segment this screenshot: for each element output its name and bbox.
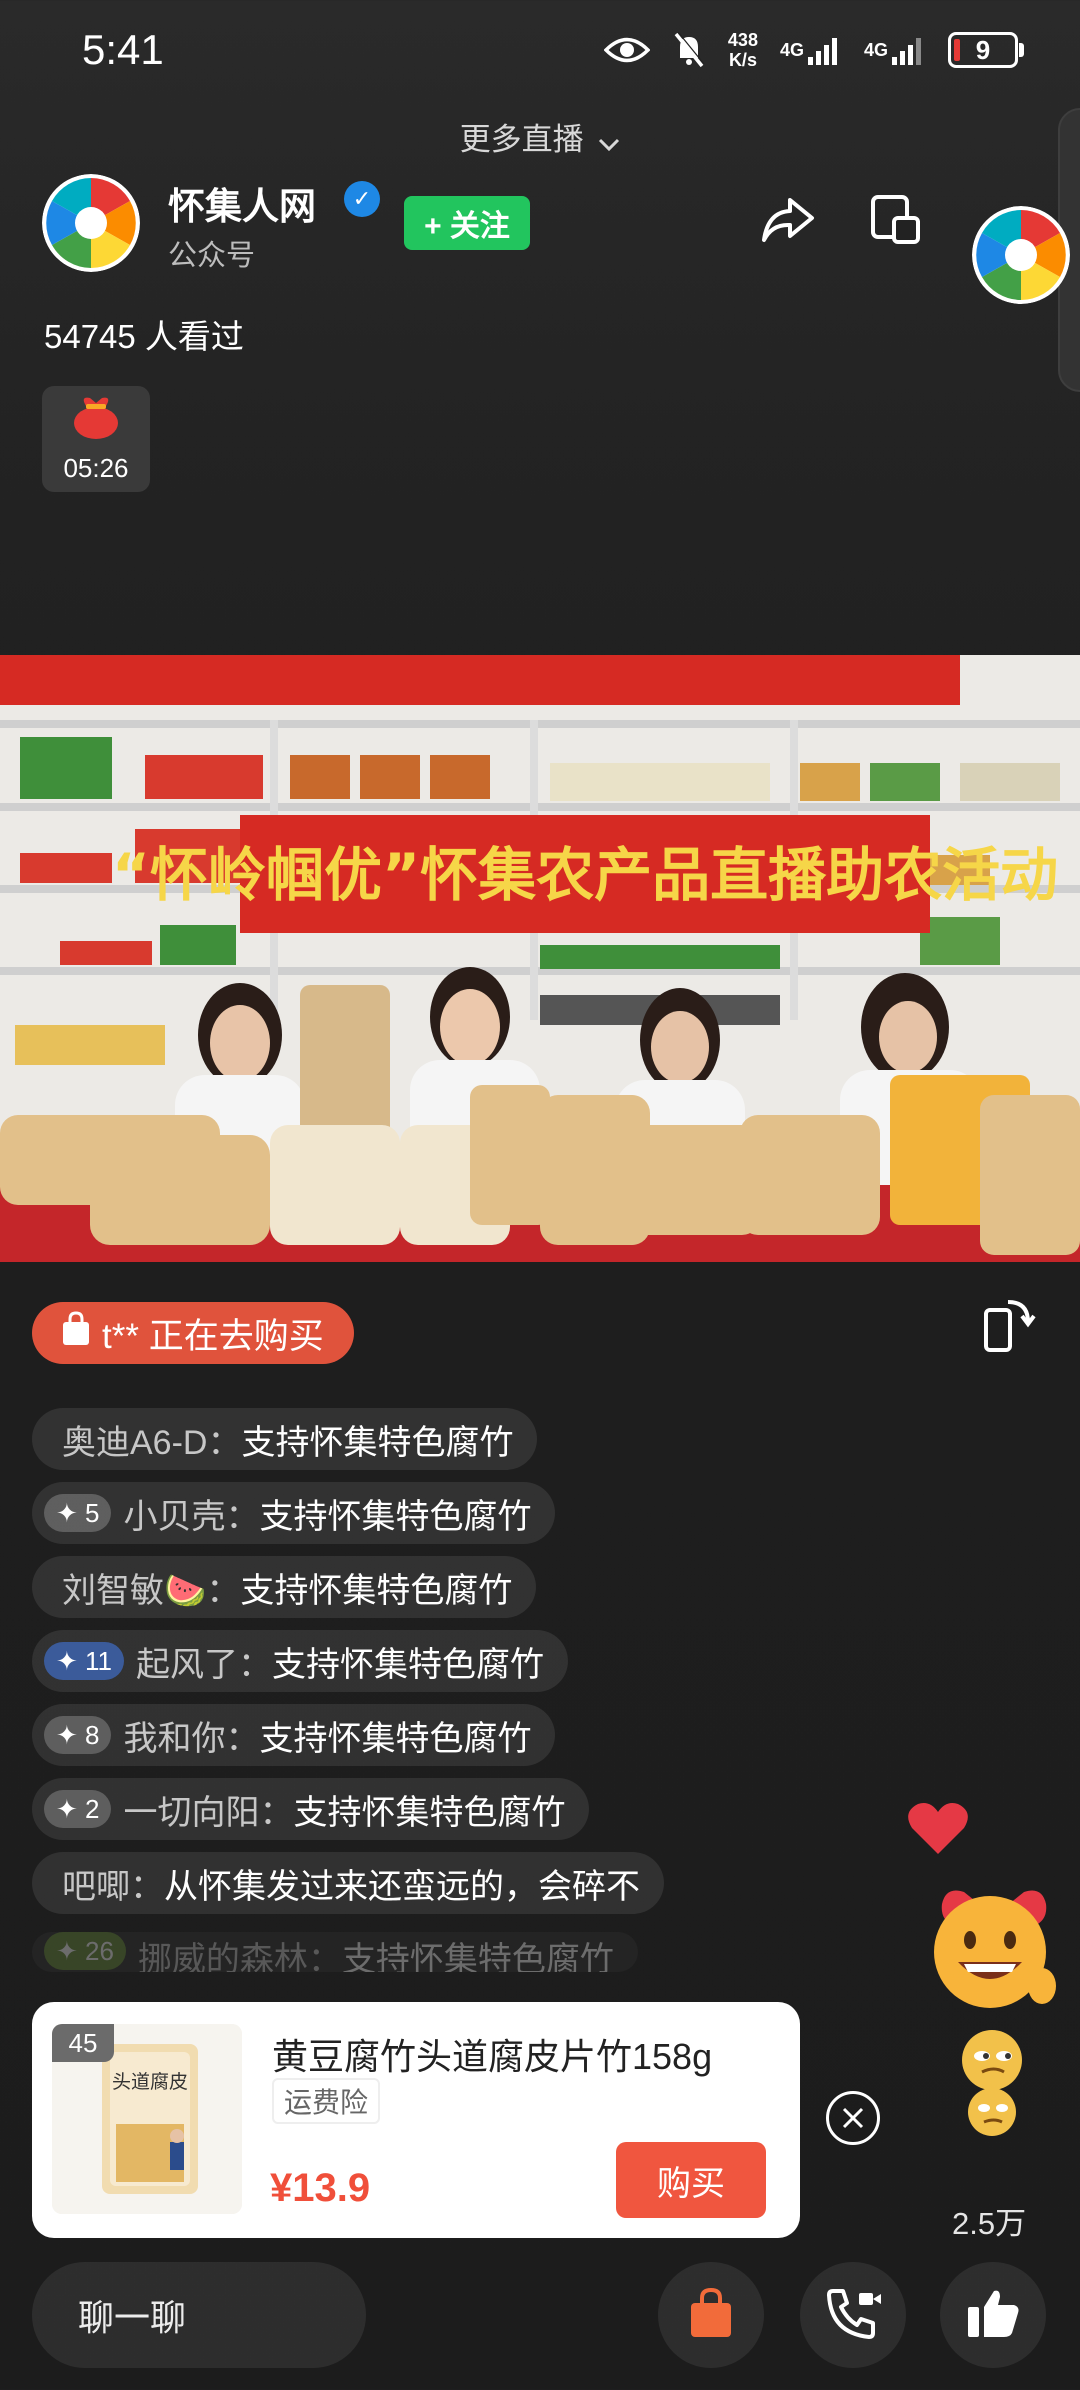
rotate-screen-icon[interactable] <box>980 1296 1036 1361</box>
shopping-bag-icon <box>60 1310 92 1356</box>
more-live-label: 更多直播 <box>459 122 584 157</box>
comment-text: 支持怀集特色腐竹 <box>241 1423 514 1462</box>
heart-icon <box>906 1800 970 1861</box>
fan-level-badge: ✦ 11 <box>44 1642 125 1680</box>
chevron-down-icon <box>598 124 620 160</box>
red-packet-countdown: 05:26 <box>63 453 129 483</box>
float-window-icon[interactable] <box>870 194 922 251</box>
emoji-face-icon <box>924 1886 1060 2017</box>
comment-user[interactable]: 我和你： <box>123 1711 259 1760</box>
signal-icon: 4G <box>780 35 842 65</box>
fan-level-badge: ✦ 8 <box>44 1716 112 1754</box>
share-icon[interactable] <box>760 194 816 251</box>
fan-level-badge: ✦ 26 <box>44 1932 126 1970</box>
comment-text: 支持怀集特色腐竹 <box>272 1645 545 1684</box>
fan-level-badge: ✦ 5 <box>44 1494 112 1532</box>
buyer-notice-text: t** 正在去购买 <box>102 1316 324 1356</box>
comment-item[interactable]: ✦ 8 我和你： 支持怀集特色腐竹 <box>32 1704 556 1766</box>
viewer-count: 54745 人看过 <box>44 318 244 355</box>
chat-input[interactable]: 聊一聊 <box>32 2262 366 2368</box>
buyer-notice: t** 正在去购买 <box>32 1302 354 1364</box>
comment-item[interactable]: 吧唧： 从怀集发过来还蛮远的，会碎不 <box>32 1852 664 1914</box>
mute-bell-icon <box>672 32 706 68</box>
product-title[interactable]: 黄豆腐竹头道腐皮片竹158g <box>272 2028 712 2080</box>
comment-text: 支持怀集特色腐竹 <box>341 1941 614 1972</box>
like-button[interactable] <box>940 2262 1046 2368</box>
product-index-badge: 45 <box>52 2024 114 2062</box>
more-live-dropdown[interactable]: 更多直播 <box>0 114 1080 160</box>
product-package-text: 头道腐皮 <box>112 2071 188 2093</box>
product-card[interactable]: 头道腐皮 45 黄豆腐竹头道腐皮片竹158g 运费险 ¥13.9 购买 <box>32 2002 800 2238</box>
comment-item[interactable]: 刘智敏🍉： 支持怀集特色腐竹 <box>32 1556 537 1618</box>
call-link-button[interactable] <box>800 2262 906 2368</box>
status-time: 5:41 <box>82 26 164 73</box>
net-speed: 438 K/s <box>727 30 758 70</box>
channel-type: 公众号 <box>168 240 256 272</box>
comment-item[interactable]: ✦ 5 小贝壳： 支持怀集特色腐竹 <box>32 1482 556 1544</box>
battery-icon: 9 <box>948 32 1024 68</box>
comment-item[interactable]: ✦ 11 起风了： 支持怀集特色腐竹 <box>32 1630 569 1692</box>
comment-user[interactable]: 挪威的森林： <box>138 1932 342 1972</box>
red-packet-button[interactable]: 05:26 <box>42 386 150 492</box>
eye-icon <box>603 35 650 65</box>
buy-button[interactable]: 购买 <box>616 2142 766 2218</box>
phone-icon <box>825 2287 881 2344</box>
comment-text: 支持怀集特色腐竹 <box>240 1571 513 1610</box>
comment-item[interactable]: ✦ 26 挪威的森林： 支持怀集特色腐竹 <box>32 1932 638 1972</box>
emoji-smirk-icon <box>952 2028 1032 2143</box>
comment-user[interactable]: 起风了： <box>136 1637 272 1686</box>
comment-user[interactable]: 一切向阳： <box>123 1785 293 1834</box>
comment-user[interactable]: 小贝壳： <box>123 1489 259 1538</box>
fan-level-badge: ✦ 2 <box>44 1790 112 1828</box>
channel-name[interactable]: 怀集人网 <box>168 176 316 230</box>
comment-text: 支持怀集特色腐竹 <box>293 1793 566 1832</box>
follow-button[interactable]: + 关注 <box>404 196 530 250</box>
product-price: ¥13.9 <box>270 2166 371 2210</box>
comment-text: 从怀集发过来还蛮远的，会碎不 <box>164 1867 640 1906</box>
close-product-icon[interactable] <box>826 2091 880 2145</box>
comment-user[interactable]: 吧唧： <box>62 1859 164 1908</box>
comment-user[interactable]: 奥迪A6-D： <box>62 1415 241 1464</box>
shopping-bag-icon <box>688 2287 734 2344</box>
video-banner-text: “怀岭帼优”怀集农产品直播助农活动 <box>112 841 1058 909</box>
comment-text: 支持怀集特色腐竹 <box>259 1497 532 1536</box>
channel-avatar[interactable] <box>42 174 140 272</box>
signal-icon-2: 4G <box>864 35 926 65</box>
status-icons: 438 K/s 4G 4G 9 <box>603 30 1024 70</box>
comment-text: 支持怀集特色腐竹 <box>259 1719 532 1758</box>
shop-bag-button[interactable] <box>658 2262 764 2368</box>
thumbs-up-icon <box>966 2287 1020 2344</box>
verified-badge-icon: ✓ <box>344 181 380 217</box>
live-video[interactable]: “怀岭帼优”怀集农产品直播助农活动 <box>0 655 1080 1262</box>
like-count: 2.5万 <box>952 2206 1027 2241</box>
comment-item[interactable]: ✦ 2 一切向阳： 支持怀集特色腐竹 <box>32 1778 590 1840</box>
shipping-insurance-tag: 运费险 <box>272 2078 381 2124</box>
comment-item[interactable]: 奥迪A6-D： 支持怀集特色腐竹 <box>32 1408 538 1470</box>
lucky-bag-icon <box>70 394 122 445</box>
comment-user[interactable]: 刘智敏🍉： <box>62 1563 240 1612</box>
floating-channel-avatar[interactable] <box>972 206 1070 304</box>
